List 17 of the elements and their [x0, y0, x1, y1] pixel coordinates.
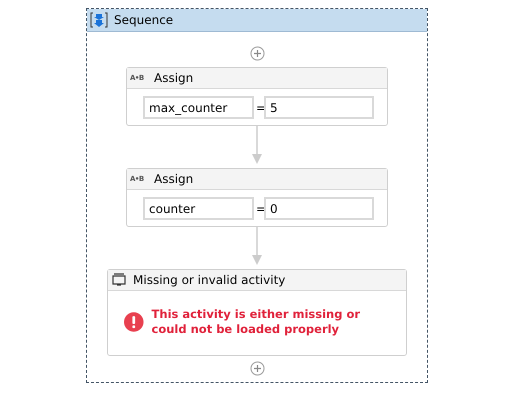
activity-title: Assign [154, 172, 194, 186]
connector-arrow [252, 126, 262, 164]
error-icon [124, 312, 144, 332]
error-message: This activity is either missing or could not be loaded properly [152, 307, 362, 337]
sequence-title: Sequence [114, 13, 174, 27]
add-icon[interactable] [250, 46, 264, 61]
add-icon[interactable] [250, 361, 264, 376]
variable-field[interactable]: counter [143, 197, 254, 220]
value-field[interactable]: 5 [264, 96, 374, 119]
activity-title: Missing or invalid activity [133, 273, 286, 287]
activity-title: Assign [154, 71, 194, 85]
value-field[interactable]: 0 [264, 197, 374, 220]
monitor-icon [111, 273, 127, 287]
sequence-icon [90, 12, 108, 28]
connector-arrow [252, 227, 262, 265]
missing-activity[interactable]: Missing or invalid activity This activity is either missing or could not be loaded properly [107, 269, 407, 356]
variable-field[interactable]: max_counter [143, 96, 254, 119]
